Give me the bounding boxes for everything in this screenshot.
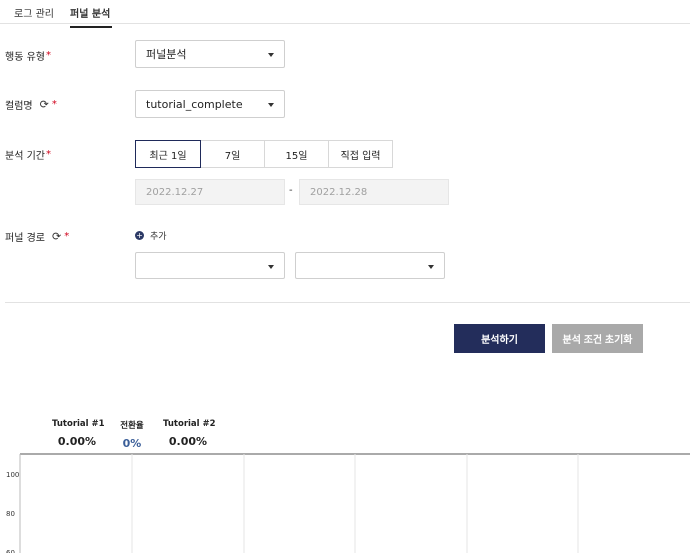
tab-bar: 로그 관리 퍼널 분석 xyxy=(0,0,690,28)
required-mark: * xyxy=(51,99,57,110)
y-tick-label: 60 xyxy=(6,549,15,553)
action-type-label: 행동 유형 * xyxy=(5,48,51,63)
chevron-down-icon xyxy=(268,53,274,57)
chevron-down-icon xyxy=(428,265,434,269)
reset-conditions-button[interactable]: 분석 조건 초기화 xyxy=(552,324,643,353)
section-divider xyxy=(5,302,690,303)
funnel-step-2-select[interactable] xyxy=(295,252,445,279)
period-custom-button[interactable]: 직접 입력 xyxy=(328,140,393,168)
required-mark: * xyxy=(45,149,51,160)
funnel-path-label: 퍼널 경로 ⟳ * xyxy=(5,229,69,244)
action-type-select[interactable]: 퍼널분석 xyxy=(135,40,285,68)
column-name-label: 컬럼명 ⟳ * xyxy=(5,97,57,112)
column-name-label-text: 컬럼명 xyxy=(5,101,33,112)
period-1day-button[interactable]: 최근 1일 xyxy=(135,140,201,168)
add-label: 추가 xyxy=(150,232,167,242)
period-15day-button[interactable]: 15일 xyxy=(264,140,329,168)
refresh-icon[interactable]: ⟳ xyxy=(40,98,49,111)
period-label-text: 분석 기간 xyxy=(5,151,45,162)
plus-circle-icon: + xyxy=(135,231,144,240)
tab-log-management[interactable]: 로그 관리 xyxy=(14,5,54,20)
required-mark: * xyxy=(45,50,51,61)
date-separator: - xyxy=(289,185,293,196)
start-date-input[interactable]: 2022.12.27 xyxy=(135,179,285,205)
end-date-input[interactable]: 2022.12.28 xyxy=(299,179,449,205)
chevron-down-icon xyxy=(268,265,274,269)
refresh-icon[interactable]: ⟳ xyxy=(52,230,61,243)
metric-conversion-label: 전환율 xyxy=(120,421,144,431)
chevron-down-icon xyxy=(268,103,274,107)
metric-step1-label: Tutorial #1 xyxy=(52,419,105,429)
funnel-step-1-select[interactable] xyxy=(135,252,285,279)
tab-funnel-analysis[interactable]: 퍼널 분석 xyxy=(70,5,113,28)
column-name-select[interactable]: tutorial_complete xyxy=(135,90,285,118)
y-tick-label: 80 xyxy=(6,510,15,518)
metric-conversion-value: 0% xyxy=(122,437,142,450)
period-label: 분석 기간 * xyxy=(5,147,51,162)
metric-conversion: 전환율 0% xyxy=(117,419,147,450)
period-button-group: 최근 1일 7일 15일 직접 입력 xyxy=(135,140,393,168)
action-type-label-text: 행동 유형 xyxy=(5,52,45,63)
required-mark: * xyxy=(64,231,70,242)
metric-step1: Tutorial #1 0.00% xyxy=(52,419,105,448)
period-7day-button[interactable]: 7일 xyxy=(200,140,265,168)
analyze-button[interactable]: 분석하기 xyxy=(454,324,545,353)
column-name-value: tutorial_complete xyxy=(146,97,243,111)
metric-step2-label: Tutorial #2 xyxy=(163,419,216,429)
add-funnel-step-button[interactable]: + 추가 xyxy=(135,229,167,242)
metric-step1-value: 0.00% xyxy=(57,435,97,448)
action-type-value: 퍼널분석 xyxy=(146,48,187,61)
funnel-path-label-text: 퍼널 경로 xyxy=(5,233,45,244)
funnel-chart: 100 80 60 xyxy=(6,453,690,553)
metric-step2: Tutorial #2 0.00% xyxy=(163,419,216,448)
metric-step2-value: 0.00% xyxy=(168,435,208,448)
y-tick-label: 100 xyxy=(6,471,19,479)
